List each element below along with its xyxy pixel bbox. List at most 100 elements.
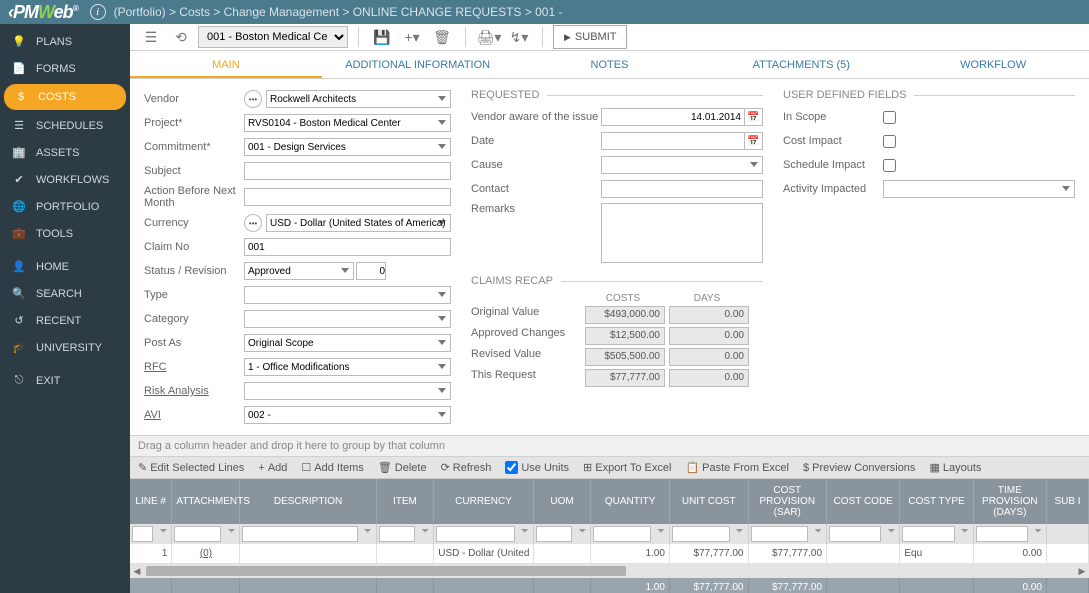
export-excel-button[interactable]: ⊞ Export To Excel <box>583 461 671 474</box>
info-icon[interactable]: i <box>90 4 106 20</box>
col-unit-cost[interactable]: UNIT COST <box>669 479 748 524</box>
scroll-left-icon[interactable]: ◀ <box>130 566 144 577</box>
submit-button[interactable]: SUBMIT <box>553 25 627 49</box>
horizontal-scrollbar[interactable]: ◀ ▶ <box>130 564 1089 578</box>
tab-attachments[interactable]: ATTACHMENTS (5) <box>705 51 897 78</box>
calendar-icon-2[interactable]: 📅 <box>745 132 763 150</box>
filter-icon[interactable]: ⏷ <box>157 526 169 537</box>
schedule-impact-checkbox[interactable] <box>883 159 896 172</box>
action-icon[interactable]: ↯▾ <box>506 24 532 50</box>
sidebar-item-tools[interactable]: 💼TOOLS <box>0 220 130 247</box>
tab-additional[interactable]: ADDITIONAL INFORMATION <box>322 51 514 78</box>
add-items-button[interactable]: ☐ Add Items <box>301 461 363 474</box>
revision-input[interactable] <box>356 262 386 280</box>
sidebar-item-university[interactable]: 🎓UNIVERSITY <box>0 334 130 361</box>
filter-item[interactable] <box>379 526 416 542</box>
filter-cost-type[interactable] <box>902 526 954 542</box>
filter-time-prov[interactable] <box>976 526 1028 542</box>
paste-excel-button[interactable]: 📋 Paste From Excel <box>685 461 789 474</box>
col-cost-type[interactable]: COST TYPE <box>900 479 973 524</box>
filter-attach[interactable] <box>174 526 221 542</box>
sidebar-item-home[interactable]: 👤HOME <box>0 253 130 280</box>
delete-icon[interactable]: 🗑 <box>429 24 455 50</box>
currency-select[interactable]: USD - Dollar (United States of America) <box>266 214 451 232</box>
refresh-grid-button[interactable]: ⟳ Refresh <box>441 461 492 474</box>
category-select[interactable] <box>244 310 451 328</box>
cost-impact-checkbox[interactable] <box>883 135 896 148</box>
commitment-select[interactable]: 001 - Design Services <box>244 138 451 156</box>
col-qty[interactable]: QUANTITY <box>591 479 670 524</box>
label-risk[interactable]: Risk Analysis <box>144 385 244 397</box>
filter-currency[interactable] <box>436 526 515 542</box>
filter-line[interactable] <box>132 526 153 542</box>
sidebar-item-portfolio[interactable]: 🌐PORTFOLIO <box>0 193 130 220</box>
currency-lookup[interactable]: ••• <box>244 214 262 232</box>
scroll-right-icon[interactable]: ▶ <box>1075 566 1089 577</box>
refresh-icon[interactable]: ⟲ <box>168 24 194 50</box>
in-scope-checkbox[interactable] <box>883 111 896 124</box>
sidebar-item-recent[interactable]: ↺RECENT <box>0 307 130 334</box>
activity-impacted-select[interactable] <box>883 180 1075 198</box>
project-field[interactable]: RVS0104 - Boston Medical Center <box>244 114 451 132</box>
calendar-icon[interactable]: 📅 <box>745 108 763 126</box>
table-row[interactable]: 1 (0) USD - Dollar (United States of Ame… <box>130 544 1089 564</box>
sidebar-item-forms[interactable]: 📄FORMS <box>0 55 130 82</box>
col-desc[interactable]: DESCRIPTION <box>240 479 376 524</box>
sidebar-item-costs[interactable]: $COSTS <box>4 84 126 110</box>
action-before-input[interactable] <box>244 188 451 206</box>
col-cost-prov[interactable]: COST PROVISION (SAR) <box>748 479 827 524</box>
sidebar-item-workflows[interactable]: ✔WORKFLOWS <box>0 166 130 193</box>
label-avi[interactable]: AVI <box>144 409 244 421</box>
project-select[interactable]: 001 - Boston Medical Center - <box>198 26 348 48</box>
filter-cost-prov[interactable] <box>751 526 809 542</box>
sidebar-item-plans[interactable]: 💡PLANS <box>0 28 130 55</box>
tab-notes[interactable]: NOTES <box>514 51 706 78</box>
remarks-textarea[interactable] <box>601 203 763 263</box>
filter-cost-code[interactable] <box>829 526 881 542</box>
preview-conversions-button[interactable]: $ Preview Conversions <box>803 461 915 474</box>
subject-input[interactable] <box>244 162 451 180</box>
col-sub[interactable]: SUB I <box>1047 479 1089 524</box>
vendor-aware-date[interactable] <box>601 108 745 126</box>
claim-no-input[interactable] <box>244 238 451 256</box>
sidebar-item-exit[interactable]: ⎋EXIT <box>0 367 130 394</box>
sidebar-item-assets[interactable]: 🏢ASSETS <box>0 139 130 166</box>
filter-qty[interactable] <box>593 526 651 542</box>
col-uom[interactable]: UOM <box>533 479 591 524</box>
risk-select[interactable] <box>244 382 451 400</box>
scroll-thumb[interactable] <box>146 566 626 576</box>
use-units-toggle[interactable]: Use Units <box>505 461 569 474</box>
col-line[interactable]: LINE # <box>130 479 172 524</box>
print-icon[interactable]: 🖨▾ <box>476 24 502 50</box>
col-attach[interactable]: ATTACHMENTS <box>172 479 240 524</box>
add-icon[interactable]: +▾ <box>399 24 425 50</box>
label-rfc[interactable]: RFC <box>144 361 244 373</box>
sidebar-item-search[interactable]: 🔍SEARCH <box>0 280 130 307</box>
col-item[interactable]: ITEM <box>376 479 434 524</box>
group-bar[interactable]: Drag a column header and drop it here to… <box>130 436 1089 457</box>
filter-unit-cost[interactable] <box>672 526 730 542</box>
edit-lines-button[interactable]: ✎ Edit Selected Lines <box>138 461 244 474</box>
col-currency[interactable]: CURRENCY <box>434 479 534 524</box>
save-icon[interactable]: 💾 <box>369 24 395 50</box>
contact-input[interactable] <box>601 180 763 198</box>
rfc-select[interactable]: 1 - Office Modifications <box>244 358 451 376</box>
tab-main[interactable]: MAIN <box>130 51 322 78</box>
status-select[interactable]: Approved <box>244 262 354 280</box>
vendor-select[interactable]: Rockwell Architects <box>266 90 451 108</box>
date-input[interactable] <box>601 132 745 150</box>
layouts-button[interactable]: ▦ Layouts <box>929 461 981 474</box>
avi-select[interactable]: 002 - <box>244 406 451 424</box>
post-as-select[interactable]: Original Scope <box>244 334 451 352</box>
vendor-lookup[interactable]: ••• <box>244 90 262 108</box>
filter-desc[interactable] <box>242 526 357 542</box>
cause-select[interactable] <box>601 156 763 174</box>
add-line-button[interactable]: + Add <box>258 461 287 474</box>
col-time-prov[interactable]: TIME PROVISION (DAYS) <box>973 479 1046 524</box>
menu-icon[interactable]: ☰ <box>138 24 164 50</box>
tab-workflow[interactable]: WORKFLOW <box>897 51 1089 78</box>
sidebar-item-schedules[interactable]: ☰SCHEDULES <box>0 112 130 139</box>
delete-line-button[interactable]: 🗑 Delete <box>378 461 427 474</box>
filter-uom[interactable] <box>536 526 573 542</box>
type-select[interactable] <box>244 286 451 304</box>
